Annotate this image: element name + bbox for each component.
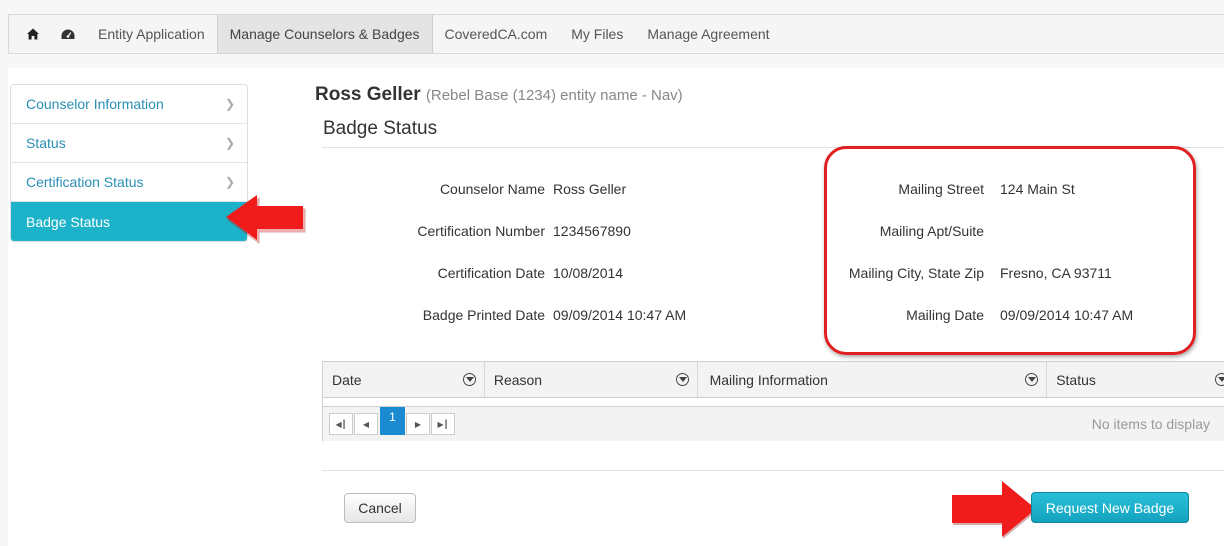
cancel-button[interactable]: Cancel	[344, 493, 416, 523]
sidebar-item-label: Certification Status	[26, 174, 144, 190]
counselor-name-label: Counselor Name	[439, 181, 545, 197]
next-page-button[interactable]: ▶	[406, 413, 430, 435]
sidebar-item-label: Badge Status	[26, 213, 111, 230]
column-header-status[interactable]: Status	[1047, 362, 1224, 397]
chevron-right-icon: ❯	[224, 175, 235, 189]
annotation-arrow-right	[952, 481, 1037, 539]
column-header-date[interactable]: Date	[323, 362, 485, 397]
home-icon[interactable]	[9, 15, 50, 53]
badge-history-grid: Date Reason Mailing Information Status ◀…	[322, 361, 1224, 441]
request-new-badge-button[interactable]: Request New Badge	[1031, 492, 1189, 523]
filter-icon[interactable]	[1025, 373, 1039, 386]
column-label: Date	[332, 371, 362, 388]
certification-number-value: 1234567890	[553, 223, 631, 239]
annotation-arrow-left	[226, 195, 306, 244]
sidebar-item-label: Counselor Information	[26, 96, 164, 112]
grid-header: Date Reason Mailing Information Status	[323, 362, 1224, 398]
certification-date-value: 10/08/2014	[553, 265, 624, 281]
grid-pager: ◀┃ ◀ 1 ▶ ▶┃ No items to display	[323, 407, 1224, 441]
previous-page-button[interactable]: ◀	[354, 413, 378, 435]
no-items-message: No items to display	[1091, 416, 1210, 432]
sidebar-item-certification-status[interactable]: Certification Status ❯	[11, 163, 247, 202]
annotation-highlight-box	[824, 146, 1196, 355]
first-page-button[interactable]: ◀┃	[329, 413, 353, 435]
last-page-button[interactable]: ▶┃	[431, 413, 455, 435]
column-label: Reason	[493, 371, 543, 388]
filter-icon[interactable]	[1215, 373, 1224, 386]
counselor-name-title: Ross Geller	[315, 84, 421, 105]
nav-coveredca[interactable]: CoveredCA.com	[433, 15, 560, 53]
filter-icon[interactable]	[675, 373, 689, 386]
top-navigation: Entity Application Manage Counselors & B…	[8, 14, 1224, 54]
section-title: Badge Status	[323, 118, 438, 139]
column-header-reason[interactable]: Reason	[485, 362, 698, 397]
badge-printed-date-label: Badge Printed Date	[422, 307, 545, 323]
column-label: Mailing Information	[709, 371, 828, 388]
current-page-number[interactable]: 1	[380, 407, 405, 435]
dashboard-icon[interactable]	[50, 15, 86, 53]
certification-number-label: Certification Number	[417, 223, 545, 239]
page-title: Ross Geller (Rebel Base (1234) entity na…	[315, 84, 683, 106]
certification-date-label: Certification Date	[437, 265, 545, 281]
nav-manage-counselors-badges[interactable]: Manage Counselors & Badges	[216, 15, 433, 53]
grid-body	[323, 398, 1224, 407]
chevron-right-icon: ❯	[224, 97, 235, 111]
column-label: Status	[1056, 371, 1096, 388]
column-header-mailing-information[interactable]: Mailing Information	[698, 362, 1048, 397]
divider	[322, 470, 1224, 471]
chevron-right-icon: ❯	[224, 136, 235, 150]
sidebar-item-counselor-information[interactable]: Counselor Information ❯	[11, 85, 247, 124]
badge-printed-date-value: 09/09/2014 10:47 AM	[553, 307, 687, 323]
entity-subtitle: (Rebel Base (1234) entity name - Nav)	[425, 87, 683, 104]
sidebar-item-badge-status[interactable]: Badge Status	[11, 202, 247, 241]
nav-my-files[interactable]: My Files	[559, 15, 635, 53]
counselor-name-value: Ross Geller	[553, 181, 627, 197]
sidebar-item-status[interactable]: Status ❯	[11, 124, 247, 163]
filter-icon[interactable]	[462, 373, 476, 386]
sidebar: Counselor Information ❯ Status ❯ Certifi…	[10, 84, 248, 242]
nav-manage-agreement[interactable]: Manage Agreement	[635, 15, 781, 53]
nav-entity-application[interactable]: Entity Application	[86, 15, 217, 53]
sidebar-item-label: Status	[26, 135, 66, 151]
